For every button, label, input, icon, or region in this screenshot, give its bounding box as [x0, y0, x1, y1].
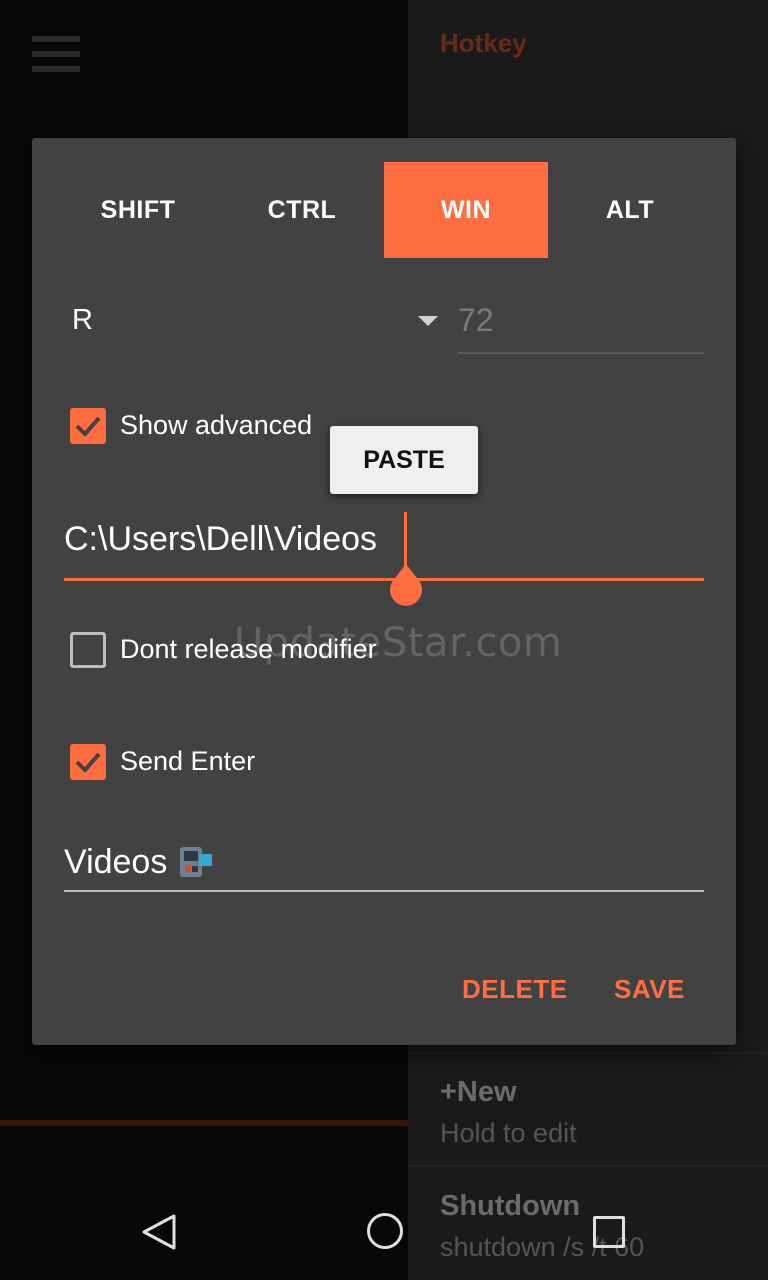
dropdown-arrow-icon[interactable] [418, 316, 438, 326]
key-spinner[interactable]: R [64, 298, 444, 348]
paste-button[interactable]: PASTE [330, 426, 478, 494]
accent-divider [0, 1120, 408, 1126]
key-spinner-value: R [72, 304, 93, 336]
checkmark-icon [75, 752, 101, 773]
screen: Hotkey +New Hold to edit Shutdown shutdo… [0, 0, 768, 1280]
menu-icon[interactable] [32, 36, 80, 76]
cursor-handle-icon[interactable] [386, 564, 426, 608]
modifier-ctrl-button[interactable]: CTRL [220, 162, 384, 258]
checkmark-icon [75, 416, 101, 437]
delete-button[interactable]: DELETE [462, 974, 568, 1005]
command-input[interactable]: C:\Users\Dell\Videos [64, 508, 704, 581]
list-divider [408, 1165, 768, 1167]
command-input-value: C:\Users\Dell\Videos [64, 520, 378, 558]
list-item-new-title[interactable]: +New [440, 1076, 517, 1109]
hotkey-name-value-row: Videos [64, 842, 215, 882]
show-advanced-label: Show advanced [120, 410, 313, 440]
send-enter-checkbox[interactable] [70, 744, 106, 780]
key-code-input[interactable]: 72 [458, 296, 704, 354]
video-camera-icon [180, 847, 213, 877]
list-divider [408, 1052, 768, 1054]
dont-release-modifier-label: Dont release modifier [120, 634, 377, 664]
dont-release-modifier-checkbox[interactable] [70, 632, 106, 668]
hotkey-name-value: Videos [64, 842, 168, 881]
show-advanced-checkbox[interactable] [70, 408, 106, 444]
back-icon[interactable] [140, 1212, 180, 1252]
modifier-toggle-row: SHIFT CTRL WIN ALT [56, 162, 712, 258]
modifier-shift-button[interactable]: SHIFT [56, 162, 220, 258]
save-button[interactable]: SAVE [614, 974, 685, 1005]
hotkey-name-input[interactable]: Videos [64, 838, 704, 892]
navigation-bar [0, 1180, 768, 1280]
home-icon[interactable] [367, 1213, 403, 1249]
send-enter-label: Send Enter [120, 746, 256, 776]
modifier-win-button[interactable]: WIN [384, 162, 548, 258]
app-title: Hotkey [440, 28, 527, 58]
key-code-value: 72 [458, 302, 494, 338]
recent-apps-icon[interactable] [593, 1216, 625, 1248]
modifier-alt-button[interactable]: ALT [548, 162, 712, 258]
list-item-new-subtitle: Hold to edit [440, 1118, 577, 1148]
edit-hotkey-dialog: SHIFT CTRL WIN ALT R 72 Show advanced C:… [32, 138, 736, 1045]
